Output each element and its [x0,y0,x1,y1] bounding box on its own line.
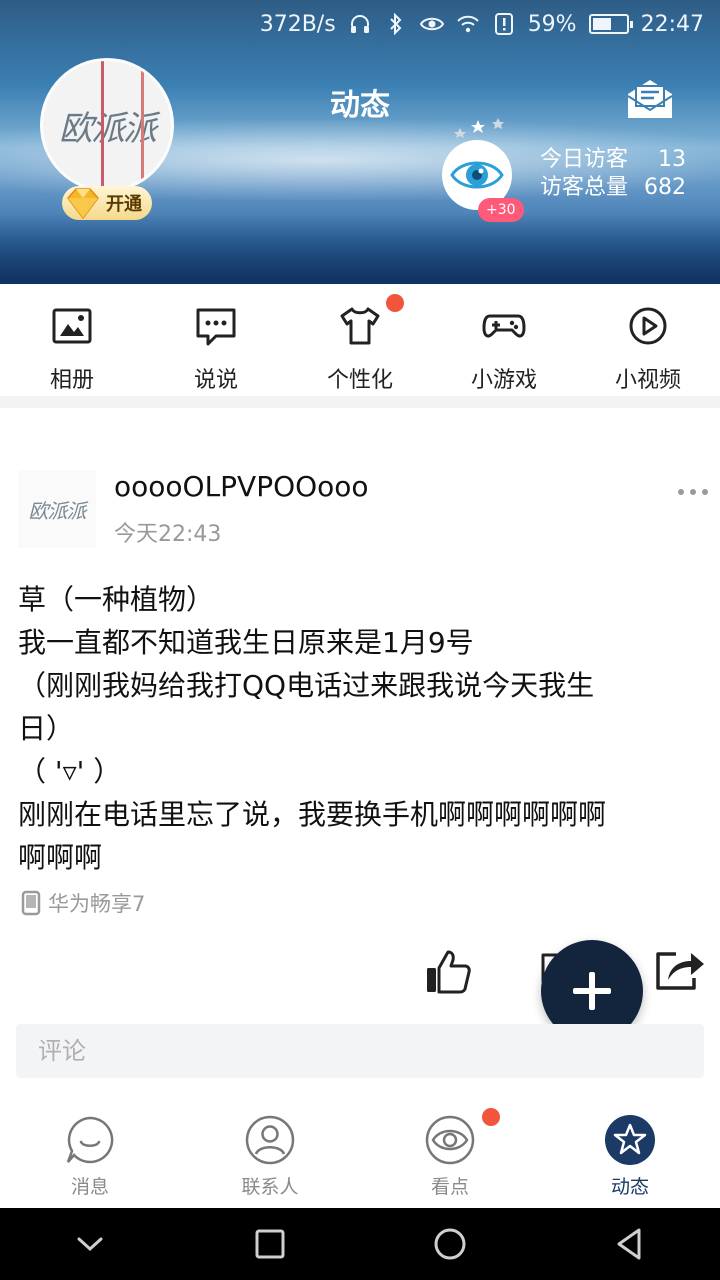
notification-dot [482,1108,500,1126]
header-background-hills [0,214,720,284]
quick-nav-label: 个性化 [326,368,393,393]
post-line: 日） [18,712,75,745]
message-smile-icon [66,1116,114,1164]
recent-apps-icon[interactable] [251,1225,289,1263]
profile-avatar[interactable]: 欧派派 [40,58,174,192]
visitor-increase-badge: +30 [478,198,524,222]
gamepad-icon [482,314,526,338]
wifi-icon [456,12,480,36]
headphones-icon [348,12,372,36]
quick-nav-games[interactable]: 小游戏 [432,284,576,396]
star-icon [605,1115,655,1165]
like-icon[interactable] [424,948,472,996]
post-line: （刚刚我妈给我打QQ电话过来跟我说今天我生 [18,669,595,702]
today-visitors-row: 今日访客 13 [540,146,686,174]
tab-label: 消息 [70,1176,109,1198]
total-visitors-label: 访客总量 [540,175,629,200]
quick-nav-label: 说说 [193,368,238,393]
system-navigation-bar [0,1208,720,1280]
quick-nav-label: 相册 [49,368,94,393]
battery-icon [588,14,633,34]
more-options-icon[interactable] [676,482,710,502]
post-author-avatar[interactable]: 欧派派 [18,470,96,548]
total-visitors-value: 682 [644,175,686,200]
tshirt-icon [340,307,380,345]
mail-icon[interactable] [624,74,676,122]
play-icon [629,307,667,345]
status-bar: 372B/s 59% 22:47 [0,0,720,48]
network-speed: 372B/s [259,11,336,37]
quick-nav-shuoshuo[interactable]: 说说 [144,284,288,396]
section-divider [0,396,720,408]
bluetooth-icon [384,12,408,36]
clock: 22:47 [640,11,704,37]
notification-dot [386,294,404,312]
chat-icon [196,308,236,346]
chevron-down-icon[interactable] [71,1225,109,1263]
tab-label: 看点 [430,1176,469,1198]
quick-nav-album[interactable]: 相册 [0,284,144,396]
vip-open-button[interactable]: 开通 [62,186,152,220]
avatar-art-text: 欧派派 [28,498,87,523]
total-visitors-row: 访客总量 682 [540,174,686,202]
quick-nav-label: 小游戏 [470,368,537,393]
back-icon[interactable] [611,1225,649,1263]
quick-nav-label: 小视频 [614,368,681,393]
today-visitors-value: 13 [658,147,686,172]
contacts-icon [245,1115,295,1165]
tab-feed[interactable]: 动态 [540,1100,720,1208]
device-name: 华为畅享7 [48,892,146,916]
vip-label: 开通 [106,194,142,215]
phone-icon [21,890,41,916]
post-content: 草（一种植物） 我一直都不知道我生日原来是1月9号 （刚刚我妈给我打QQ电话过来… [18,578,708,879]
post-line: 我一直都不知道我生日原来是1月9号 [18,626,474,659]
quick-nav: 相册 说说 个性化 小游戏 小视频 [0,284,720,396]
kandian-eye-icon [425,1115,475,1165]
home-icon[interactable] [431,1225,469,1263]
tab-messages[interactable]: 消息 [0,1100,180,1208]
post-line: 草（一种植物） [18,583,215,616]
today-visitors-label: 今日访客 [540,147,629,172]
post-device: 华为畅享7 [20,888,145,918]
eye-icon [419,12,444,36]
tab-contacts[interactable]: 联系人 [180,1100,360,1208]
tab-label: 动态 [610,1176,649,1198]
plus-icon [573,972,611,1010]
quick-nav-videos[interactable]: 小视频 [576,284,720,396]
visitor-stats[interactable]: 今日访客 13 访客总量 682 [540,146,686,202]
comment-input[interactable]: 评论 [16,1024,704,1078]
bottom-tab-bar: 消息 联系人 看点 动态 [0,1100,720,1208]
tab-kandian[interactable]: 看点 [360,1100,540,1208]
stars-icon [454,118,504,138]
tab-label: 联系人 [241,1176,299,1198]
share-icon[interactable] [654,948,706,992]
album-icon [52,308,92,344]
diamond-icon [67,188,99,220]
post-author-name[interactable]: ooooOLPVPOOooo [114,470,369,503]
visitor-eye-icon [450,161,504,189]
page-title: 动态 [330,88,390,123]
battery-percent: 59% [527,11,577,37]
alert-icon [492,12,516,36]
post-line: （ '▿' ） [18,755,122,788]
post-line: 啊啊啊 [18,841,103,874]
profile-header: 372B/s 59% 22:47 欧派派 开通 动态 +30 今日访客 13 访… [0,0,720,284]
post-timestamp: 今天22:43 [114,522,222,547]
quick-nav-personalize[interactable]: 个性化 [288,284,432,396]
post-line: 刚刚在电话里忘了说，我要换手机啊啊啊啊啊啊 [18,798,607,831]
